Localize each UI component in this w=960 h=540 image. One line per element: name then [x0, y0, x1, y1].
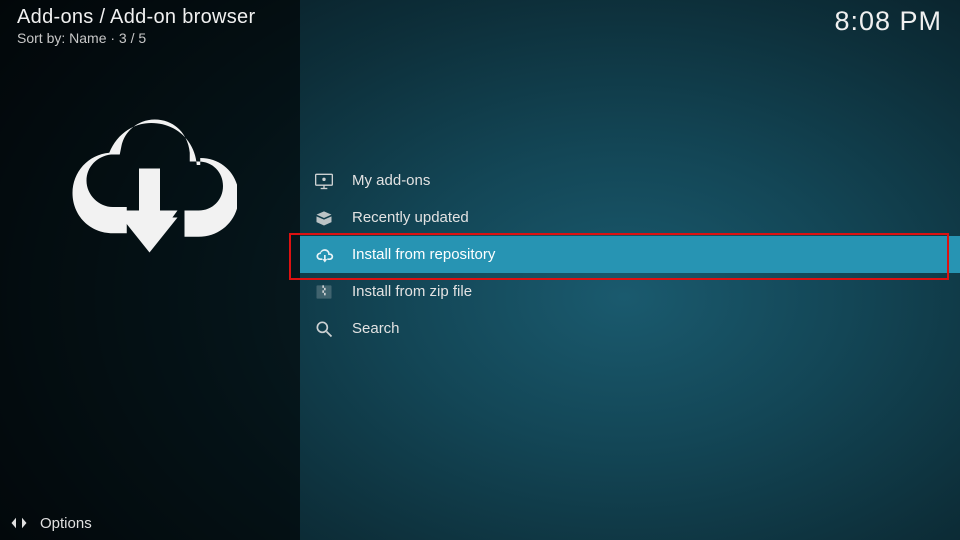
addon-browser-menu: My add-ons Recently updated Install from…	[300, 162, 960, 347]
menu-item-my-addons[interactable]: My add-ons	[300, 162, 960, 199]
open-box-icon	[314, 208, 334, 228]
monitor-addons-icon	[314, 171, 334, 191]
menu-item-install-from-repository[interactable]: Install from repository	[300, 236, 960, 273]
menu-item-label: My add-ons	[352, 172, 430, 189]
cloud-download-large-icon	[62, 95, 237, 270]
breadcrumb: Add-ons / Add-on browser	[17, 6, 255, 29]
menu-item-recently-updated[interactable]: Recently updated	[300, 199, 960, 236]
sidebar	[0, 0, 300, 540]
menu-item-label: Recently updated	[352, 209, 469, 226]
sort-position-line: Sort by: Name · 3 / 5	[17, 30, 146, 46]
options-arrows-icon	[10, 514, 28, 532]
menu-item-label: Install from zip file	[352, 283, 472, 300]
options-button[interactable]: Options	[10, 514, 92, 532]
menu-item-label: Search	[352, 320, 400, 337]
menu-item-search[interactable]: Search	[300, 310, 960, 347]
menu-item-install-from-zip[interactable]: Install from zip file	[300, 273, 960, 310]
menu-item-label: Install from repository	[352, 246, 495, 263]
clock: 8:08 PM	[834, 6, 942, 37]
zip-box-icon	[314, 282, 334, 302]
cloud-download-icon	[314, 245, 334, 265]
search-icon	[314, 319, 334, 339]
options-label: Options	[40, 515, 92, 532]
